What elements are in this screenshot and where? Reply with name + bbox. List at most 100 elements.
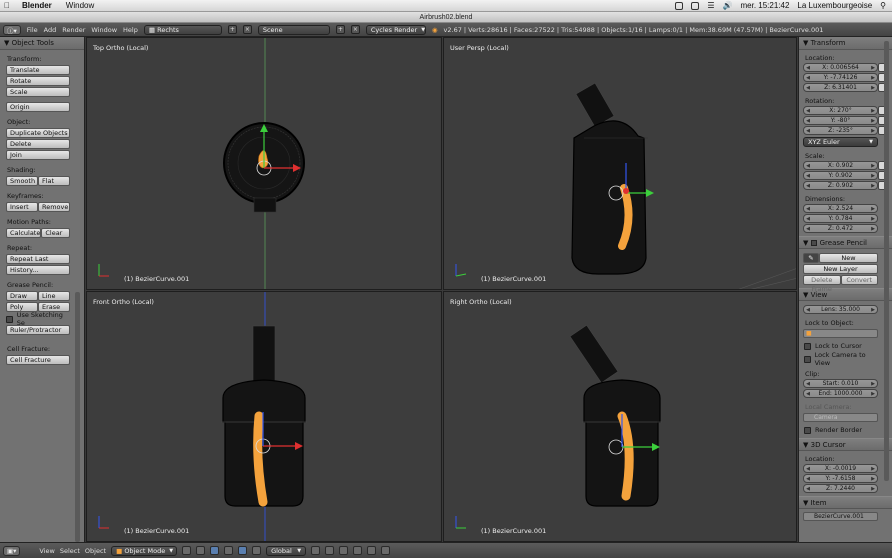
pencil-icon[interactable]: ✎ <box>803 253 819 263</box>
menu-view[interactable]: View <box>39 547 54 555</box>
scale-z-field[interactable]: ◀ Z: 0.902 ▶ <box>803 181 878 190</box>
screen-layout-dropdown[interactable]: ▦ Rechts <box>143 24 222 35</box>
menu-render[interactable]: Render <box>62 26 85 34</box>
checkbox-box[interactable] <box>804 426 811 434</box>
manipulator-toggle-icon[interactable] <box>210 546 220 555</box>
insert-keyframe-button[interactable]: Insert <box>6 202 38 212</box>
scale-x-field[interactable]: ◀ X: 0.902 ▶ <box>803 161 878 170</box>
volume-icon[interactable]: 🔊 <box>723 1 733 10</box>
lens-field[interactable]: ◀ Lens: 35.000 ▶ <box>803 305 878 314</box>
origin-button[interactable]: Origin <box>6 102 70 112</box>
apple-logo-icon[interactable]:  <box>4 1 14 10</box>
render-preview-icon[interactable] <box>367 546 377 555</box>
rotate-button[interactable]: Rotate <box>6 76 70 86</box>
clear-button[interactable]: Clear <box>41 228 70 238</box>
camera-render-icon[interactable] <box>381 546 391 555</box>
status-icon[interactable] <box>675 1 684 10</box>
clip-start-field[interactable]: ◀ Start: 0.010 ▶ <box>803 379 878 388</box>
convert-button[interactable]: Convert <box>840 275 878 285</box>
view-panel-header[interactable]: ▼ View <box>799 288 892 301</box>
item-name-field[interactable]: BezierCurve.001 <box>803 512 878 521</box>
delete-button[interactable]: Delete <box>6 139 70 149</box>
status-icon[interactable] <box>691 1 700 10</box>
checkbox-box[interactable] <box>6 315 13 323</box>
scale-y-field[interactable]: ◀ Y: 0.902 ▶ <box>803 171 878 180</box>
dimension-x-field[interactable]: ◀ X: 2.524 ▶ <box>803 204 878 213</box>
location-x-field[interactable]: ◀ X: 0.006564 ▶ <box>803 63 878 72</box>
render-border-checkbox[interactable]: Render Border <box>804 425 878 435</box>
local-camera-field[interactable]: Camera <box>803 413 878 422</box>
calculate-button[interactable]: Calculate <box>6 228 42 238</box>
location-z-field[interactable]: ◀ Z: 6.31401 ▶ <box>803 83 878 92</box>
line-button[interactable]: Line <box>38 291 70 301</box>
menu-help[interactable]: Help <box>123 26 138 34</box>
duplicate-objects-button[interactable]: Duplicate Objects <box>6 128 70 138</box>
dimension-y-field[interactable]: ◀ Y: 0.784 ▶ <box>803 214 878 223</box>
cursor-y-field[interactable]: ◀ Y: -7.6158 ▶ <box>803 474 878 483</box>
snap-element-icon[interactable] <box>353 546 363 555</box>
grease-pencil-panel-header[interactable]: ▼ Grease Pencil <box>799 236 892 249</box>
add-scene-button[interactable]: + <box>335 25 345 34</box>
rotation-z-field[interactable]: ◀ Z: -235° ▶ <box>803 126 878 135</box>
delete-frame-button[interactable]: Delete Frame <box>803 275 841 293</box>
menu-add[interactable]: Add <box>44 26 57 34</box>
clip-end-field[interactable]: ◀ End: 1000.000 ▶ <box>803 389 878 398</box>
cursor-z-field[interactable]: ◀ Z: 7.2440 ▶ <box>803 484 878 493</box>
viewport-user-persp[interactable]: User Persp (Local) (1) BezierCurve.001 <box>443 37 797 290</box>
viewport-shading-icon[interactable] <box>182 546 192 555</box>
snap-icon[interactable] <box>339 546 349 555</box>
editor-type-button[interactable]: ▣▾ <box>3 545 21 556</box>
orientation-dropdown[interactable]: Global ▼ <box>266 545 307 556</box>
draw-button[interactable]: Draw <box>6 291 38 301</box>
rotation-x-field[interactable]: ◀ X: 270° ▶ <box>803 106 878 115</box>
close-layout-icon[interactable]: × <box>242 25 252 34</box>
new-layer-button[interactable]: New Layer <box>803 264 878 274</box>
rotation-mode-dropdown[interactable]: XYZ Euler ▼ <box>803 137 878 147</box>
rotation-y-field[interactable]: ◀ Y: -80° ▶ <box>803 116 878 125</box>
menu-object[interactable]: Object <box>85 547 106 555</box>
scale-manipulator-icon[interactable] <box>252 546 262 555</box>
close-scene-icon[interactable]: × <box>350 25 360 34</box>
cursor-x-field[interactable]: ◀ X: -0.0019 ▶ <box>803 464 878 473</box>
menu-window[interactable]: Window <box>66 1 94 10</box>
properties-scrollbar[interactable] <box>884 41 889 481</box>
lock-to-cursor-checkbox[interactable]: Lock to Cursor <box>804 341 878 351</box>
remove-keyframe-button[interactable]: Remove <box>38 202 70 212</box>
translate-manipulator-icon[interactable] <box>224 546 234 555</box>
checkbox-box[interactable] <box>804 342 811 350</box>
repeat-last-button[interactable]: Repeat Last <box>6 254 70 264</box>
checkbox-box[interactable] <box>804 355 811 363</box>
menu-window[interactable]: Window <box>91 26 117 34</box>
translate-button[interactable]: Translate <box>6 65 70 75</box>
history-button[interactable]: History... <box>6 265 70 275</box>
scene-dropdown[interactable]: Scene <box>257 24 330 35</box>
spotlight-search-icon[interactable]: ⚲ <box>880 1 886 10</box>
scale-button[interactable]: Scale <box>6 87 70 97</box>
location-y-field[interactable]: ◀ Y: -7.74126 ▶ <box>803 73 878 82</box>
item-panel-header[interactable]: ▼ Item <box>799 496 892 509</box>
lock-object-field[interactable]: ■ <box>803 329 878 338</box>
smooth-button[interactable]: Smooth <box>6 176 38 186</box>
proportional-edit-icon[interactable] <box>325 546 335 555</box>
viewport-top-ortho[interactable]: Top Ortho (Local) (1) BezierCurve.001 <box>86 37 442 290</box>
wifi-icon[interactable]: ☰ <box>707 1 714 10</box>
mode-dropdown[interactable]: ■ Object Mode ▼ <box>111 545 178 556</box>
rotate-manipulator-icon[interactable] <box>238 546 248 555</box>
flat-button[interactable]: Flat <box>38 176 70 186</box>
dimension-z-field[interactable]: ◀ Z: 0.472 ▶ <box>803 224 878 233</box>
new-grease-button[interactable]: New <box>819 253 878 263</box>
menu-file[interactable]: File <box>27 26 38 34</box>
user-name[interactable]: La Luxembourgeoise <box>797 1 872 10</box>
grease-pencil-toggle[interactable] <box>810 239 817 246</box>
tool-shelf-scrollbar[interactable] <box>75 292 80 542</box>
layer-icon[interactable] <box>311 546 321 555</box>
add-layout-button[interactable]: + <box>227 25 237 34</box>
transform-panel-header[interactable]: ▼ Transform <box>799 37 892 50</box>
render-engine-dropdown[interactable]: Cycles Render ▼ <box>365 24 426 35</box>
viewport-front-ortho[interactable]: Front Ortho (Local) (1) BezierCurve.001 <box>86 291 442 542</box>
clock[interactable]: mer. 15:21:42 <box>741 1 790 10</box>
viewport-right-ortho[interactable]: Right Ortho (Local) (1) BezierCurve.001 <box>443 291 797 542</box>
join-button[interactable]: Join <box>6 150 70 160</box>
app-menu-blender[interactable]: Blender <box>22 1 52 10</box>
menu-select[interactable]: Select <box>60 547 80 555</box>
